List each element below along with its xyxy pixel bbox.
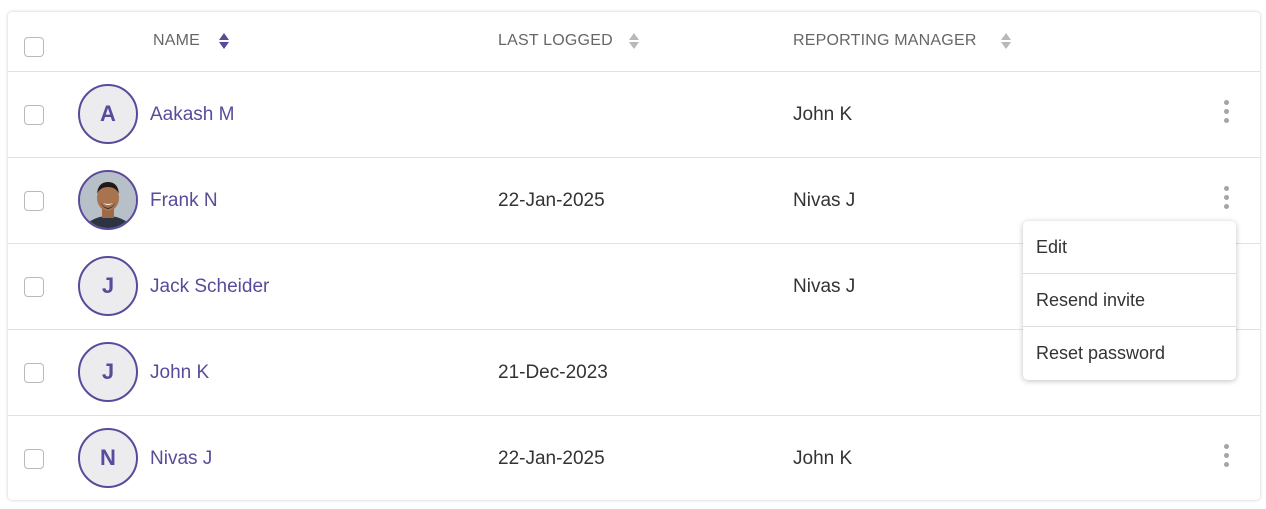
reporting-manager-value: Nivas J	[793, 276, 856, 297]
more-options-icon[interactable]	[1214, 100, 1238, 128]
row-checkbox[interactable]	[24, 363, 44, 383]
person-photo-icon	[80, 172, 136, 228]
sort-icon[interactable]	[629, 31, 639, 51]
avatar: N	[78, 428, 138, 488]
last-logged-value: 21-Dec-2023	[498, 362, 608, 383]
table-row[interactable]: N Nivas J 22-Jan-2025 John K	[8, 416, 1260, 501]
avatar-initial: J	[101, 273, 115, 298]
user-name-link[interactable]: Aakash M	[150, 104, 234, 126]
row-checkbox[interactable]	[24, 277, 44, 297]
user-name-link[interactable]: Nivas J	[150, 448, 212, 470]
last-logged-value: 22-Jan-2025	[498, 448, 605, 469]
more-options-icon[interactable]	[1214, 444, 1238, 472]
row-checkbox[interactable]	[24, 449, 44, 469]
user-name-link[interactable]: Jack Scheider	[150, 276, 269, 298]
table-row[interactable]: A Aakash M John K	[8, 72, 1260, 158]
more-options-icon[interactable]	[1214, 186, 1238, 214]
menu-item-reset-password[interactable]: Reset password	[1023, 327, 1236, 380]
row-actions-menu: Edit Resend invite Reset password	[1023, 221, 1236, 380]
menu-item-edit[interactable]: Edit	[1023, 221, 1236, 274]
column-header-last-logged[interactable]: LAST LOGGED	[498, 32, 613, 50]
reporting-manager-value: John K	[793, 448, 853, 469]
user-name-link[interactable]: John K	[150, 362, 209, 384]
table-header: NAME LAST LOGGED REPORTING MANAGER	[8, 12, 1260, 72]
users-table: NAME LAST LOGGED REPORTING MANAGER A Aak…	[8, 12, 1260, 500]
last-logged-value: 22-Jan-2025	[498, 190, 605, 211]
sort-icon[interactable]	[1001, 31, 1011, 51]
avatar: J	[78, 256, 138, 316]
reporting-manager-value: Nivas J	[793, 190, 856, 211]
menu-item-resend-invite[interactable]: Resend invite	[1023, 274, 1236, 327]
row-checkbox[interactable]	[24, 191, 44, 211]
avatar-initial: N	[100, 445, 116, 470]
avatar-initial: J	[101, 359, 115, 384]
avatar-photo	[78, 170, 138, 230]
select-all-checkbox[interactable]	[24, 37, 44, 57]
user-name-link[interactable]: Frank N	[150, 190, 218, 212]
avatar: J	[78, 342, 138, 402]
avatar: A	[78, 84, 138, 144]
sort-ascending-icon[interactable]	[219, 31, 229, 51]
reporting-manager-value: John K	[793, 104, 853, 125]
column-header-reporting-manager[interactable]: REPORTING MANAGER	[793, 32, 977, 50]
column-header-name[interactable]: NAME	[153, 32, 200, 50]
row-checkbox[interactable]	[24, 105, 44, 125]
avatar-initial: A	[100, 101, 116, 126]
